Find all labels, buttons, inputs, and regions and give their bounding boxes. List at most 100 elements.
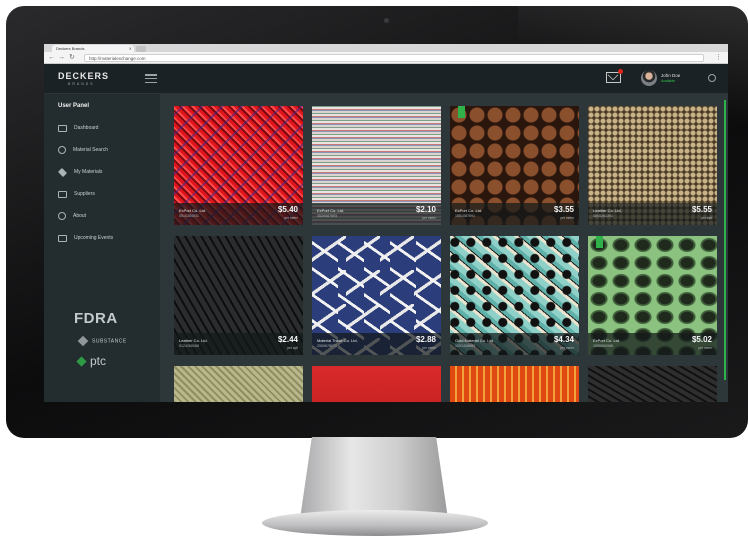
- material-code: 2550678071: [317, 344, 337, 348]
- browser-tab[interactable]: Deckers Brands ✕: [52, 45, 134, 52]
- price-unit: per sqft: [701, 216, 712, 220]
- material-card[interactable]: Leather Co. Ltd. 0124260088 $2.44 per sq…: [174, 236, 303, 355]
- material-swatch: [450, 366, 579, 402]
- material-code: 1551087691: [455, 214, 475, 218]
- material-swatch: [174, 366, 303, 402]
- monitor-stand-neck: [300, 437, 448, 519]
- material-card-info: Leather Co. Ltd. 5805261391 $5.55 per sq…: [588, 203, 717, 225]
- supplier-name: Leather Co. Ltd.: [179, 338, 208, 343]
- price-unit: per meter: [560, 216, 574, 220]
- browser-tabstrip: Deckers Brands ✕: [44, 44, 728, 52]
- material-card-info: ExPort Co. Ltd. 0510284931 $5.40 per met…: [174, 203, 303, 225]
- material-swatch: [588, 366, 717, 402]
- sidebar-item-about[interactable]: About: [58, 211, 154, 225]
- app-header: DECKERS BRANDS John Doe Available: [44, 64, 728, 94]
- material-swatch: [312, 366, 441, 402]
- reload-icon[interactable]: ↻: [69, 54, 75, 62]
- diamond-icon: [57, 167, 68, 177]
- calendar-icon: [58, 234, 67, 242]
- material-price: $2.44: [277, 335, 298, 344]
- material-card[interactable]: ExPort Co. Ltd. 1556660988 $5.02 per met…: [588, 236, 717, 355]
- material-code: 0510284931: [179, 214, 199, 218]
- close-tab-icon[interactable]: ✕: [129, 45, 132, 52]
- supplier-name: ExPort Co. Ltd.: [455, 208, 483, 213]
- material-card-info: Material Trade Co. Ltd. 2550678071 $2.88…: [312, 333, 441, 355]
- user-name[interactable]: John Doe: [661, 73, 680, 78]
- price-unit: per sqft: [287, 346, 298, 350]
- material-price: $5.40: [277, 205, 298, 214]
- material-price: $5.55: [691, 205, 712, 214]
- fdra-logo[interactable]: FDRA: [74, 310, 118, 327]
- browser-menu-icon[interactable]: ⋮: [715, 53, 722, 61]
- material-card[interactable]: [450, 366, 579, 402]
- hamburger-menu-icon[interactable]: [145, 74, 157, 84]
- material-card-info: ExPort Co. Ltd. 1551087691 $3.55 per met…: [450, 203, 579, 225]
- material-card[interactable]: ExPort Co. Ltd. 1551087691 $3.55 per met…: [450, 106, 579, 225]
- bookmark-icon[interactable]: [596, 236, 603, 248]
- ptc-mark-icon: [76, 356, 87, 367]
- sidebar: User Panel Dashboard Material Search My …: [44, 94, 160, 402]
- supplier-name: ExPort Co. Ltd.: [317, 208, 345, 213]
- material-card[interactable]: Leather Co. Ltd. 5805261391 $5.55 per sq…: [588, 106, 717, 225]
- material-card[interactable]: Gold Material Co. Ltd. 1551408683 $4.34 …: [450, 236, 579, 355]
- sidebar-item-upcoming-events[interactable]: Upcoming Events: [58, 233, 154, 247]
- monitor-stand-base: [262, 510, 488, 536]
- address-bar[interactable]: http://materialexchange.com: [84, 54, 704, 62]
- price-unit: per meter: [698, 346, 712, 350]
- material-card[interactable]: Material Trade Co. Ltd. 2550678071 $2.88…: [312, 236, 441, 355]
- material-code: 0124260088: [179, 344, 199, 348]
- ptc-logo[interactable]: ptc: [76, 354, 106, 368]
- material-code: 3526087693: [317, 214, 337, 218]
- price-unit: per meter: [560, 346, 574, 350]
- supplier-name: ExPort Co. Ltd.: [593, 338, 621, 343]
- material-price: $4.34: [553, 335, 574, 344]
- material-card[interactable]: ExPort Co. Ltd. 0510284931 $5.40 per met…: [174, 106, 303, 225]
- brand-logo-subtitle: BRANDS: [68, 82, 95, 86]
- price-unit: per meter: [422, 346, 436, 350]
- bookmark-icon[interactable]: [458, 106, 465, 118]
- material-card[interactable]: [174, 366, 303, 402]
- cart-icon: [58, 190, 67, 198]
- material-code: 1551408683: [455, 344, 475, 348]
- back-icon[interactable]: ←: [48, 54, 55, 62]
- material-card-info: Leather Co. Ltd. 0124260088 $2.44 per sq…: [174, 333, 303, 355]
- material-grid: ExPort Co. Ltd. 0510284931 $5.40 per met…: [160, 94, 728, 402]
- sidebar-title: User Panel: [58, 103, 90, 109]
- notification-badge: [618, 69, 623, 74]
- sidebar-item-dashboard[interactable]: Dashboard: [58, 123, 154, 137]
- material-card-info: ExPort Co. Ltd. 3526087693 $2.10 per met…: [312, 203, 441, 225]
- material-card[interactable]: [588, 366, 717, 402]
- browser-toolbar: ← → ↻ http://materialexchange.com ⋮: [44, 52, 728, 64]
- supplier-name: ExPort Co. Ltd.: [179, 208, 207, 213]
- monitor-icon: [58, 124, 67, 132]
- sidebar-item-my-materials[interactable]: My Materials: [57, 167, 154, 181]
- supplier-name: Gold Material Co. Ltd.: [455, 338, 494, 343]
- brand-logo[interactable]: DECKERS: [58, 71, 109, 81]
- settings-icon[interactable]: [708, 74, 716, 82]
- price-unit: per meter: [284, 216, 298, 220]
- material-code: 1556660988: [593, 344, 613, 348]
- avatar[interactable]: [641, 70, 657, 86]
- user-status: Available: [661, 79, 676, 83]
- sidebar-item-material-search[interactable]: Material Search: [58, 145, 154, 159]
- material-code: 5805261391: [593, 214, 613, 218]
- material-card[interactable]: [312, 366, 441, 402]
- info-icon: [58, 212, 66, 220]
- material-card[interactable]: ExPort Co. Ltd. 3526087693 $2.10 per met…: [312, 106, 441, 225]
- monitor-bezel: Deckers Brands ✕ ← → ↻ http://materialex…: [6, 6, 748, 438]
- supplier-name: Material Trade Co. Ltd.: [317, 338, 358, 343]
- material-card-info: ExPort Co. Ltd. 1556660988 $5.02 per met…: [588, 333, 717, 355]
- material-price: $5.02: [691, 335, 712, 344]
- supplier-name: Leather Co. Ltd.: [593, 208, 622, 213]
- search-icon: [58, 146, 66, 154]
- material-price: $2.10: [415, 205, 436, 214]
- material-price: $2.88: [415, 335, 436, 344]
- browser-tab-title: Deckers Brands: [56, 46, 85, 51]
- substance-logo[interactable]: SUBSTANCE: [77, 335, 127, 347]
- sidebar-item-suppliers[interactable]: Suppliers: [58, 189, 154, 203]
- forward-icon[interactable]: →: [58, 54, 65, 62]
- price-unit: per meter: [422, 216, 436, 220]
- screen: Deckers Brands ✕ ← → ↻ http://materialex…: [44, 44, 728, 402]
- scrollbar[interactable]: [724, 100, 726, 380]
- substance-mark-icon: [77, 335, 89, 347]
